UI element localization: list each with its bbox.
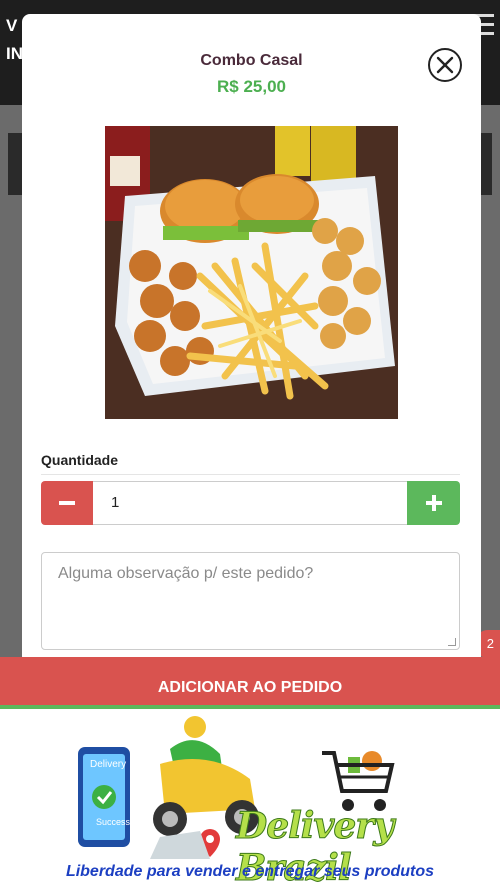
phone-label-1: Delivery bbox=[90, 759, 127, 770]
observation-placeholder: Alguma observação p/ este pedido? bbox=[58, 565, 314, 582]
quantity-label: Quantidade bbox=[41, 452, 119, 468]
product-modal: Combo Casal R$ 25,00 Quantidade 1 Alguma… bbox=[22, 14, 481, 664]
minus-icon bbox=[59, 501, 75, 505]
quantity-stepper: 1 bbox=[41, 481, 460, 525]
background-title-line2: IN bbox=[6, 44, 23, 63]
product-price: R$ 25,00 bbox=[217, 77, 286, 96]
close-button[interactable] bbox=[428, 48, 462, 82]
product-title: Combo Casal bbox=[200, 52, 303, 69]
add-to-order-button[interactable]: ADICIONAR AO PEDIDO bbox=[0, 657, 500, 709]
decrease-button[interactable] bbox=[41, 481, 93, 525]
observation-textarea[interactable]: Alguma observação p/ este pedido? bbox=[41, 552, 460, 650]
divider bbox=[41, 474, 460, 475]
promo-tagline: Liberdade para vender e entregar seus pr… bbox=[65, 863, 435, 880]
promo-banner: Delivery Success! Delivery Brazil Liberd… bbox=[0, 709, 500, 890]
quantity-input[interactable]: 1 bbox=[93, 481, 407, 525]
plus-icon bbox=[425, 495, 442, 511]
resize-handle[interactable] bbox=[448, 638, 456, 646]
close-icon bbox=[436, 56, 454, 74]
increase-button[interactable] bbox=[407, 481, 460, 525]
background-title-line1: V bbox=[6, 16, 18, 35]
product-image bbox=[105, 126, 398, 419]
phone-label-2: Success! bbox=[96, 817, 133, 827]
